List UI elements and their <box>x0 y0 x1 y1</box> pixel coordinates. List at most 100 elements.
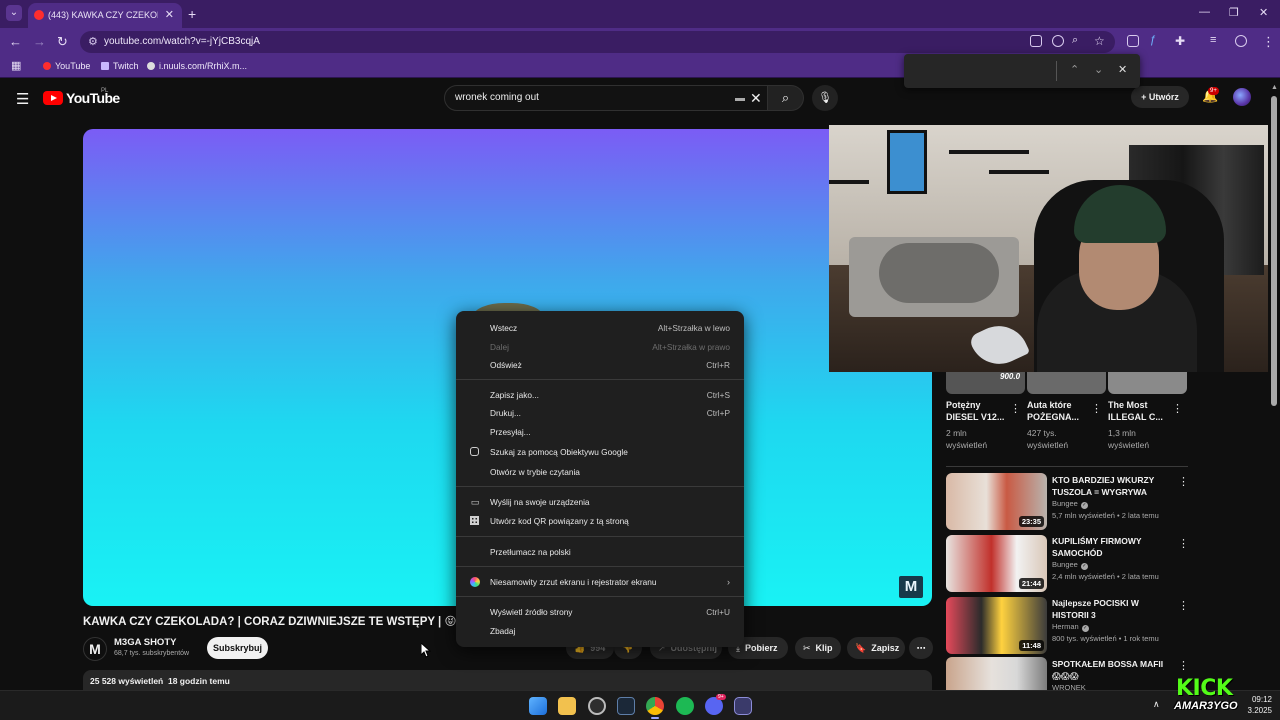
streamer-name: AMAR3YGO <box>1174 700 1238 712</box>
youtube-logo-text[interactable]: YouTube <box>66 90 120 106</box>
guide-menu-icon[interactable]: ☰ <box>16 90 29 108</box>
shorts-thumbnail[interactable] <box>1027 372 1106 394</box>
video-thumbnail[interactable] <box>946 657 1047 690</box>
clear-search-icon[interactable]: ✕ <box>750 90 762 107</box>
site-info-icon[interactable]: ⚙ <box>88 35 98 48</box>
shorts-thumbnail-text: 900.0 <box>1000 372 1021 381</box>
shorts-thumbnail[interactable]: 900.0 <box>946 372 1025 394</box>
voice-search-button[interactable]: 🎙 <box>812 85 838 111</box>
video-title-link[interactable]: KUPILIŚMY FIRMOWY SAMOCHÓD <box>1052 535 1172 559</box>
spotify-icon[interactable] <box>676 697 694 715</box>
clip-button[interactable]: ✂ Klip <box>795 637 841 659</box>
more-actions-icon[interactable]: ⋮ <box>1010 402 1021 415</box>
channel-name[interactable]: Herman ✓ <box>1052 622 1089 632</box>
back-arrow-icon[interactable]: ← <box>9 34 22 49</box>
close-window-icon[interactable]: ✕ <box>1259 6 1268 19</box>
install-app-icon[interactable] <box>1030 35 1042 47</box>
restore-icon[interactable]: ❐ <box>1229 6 1239 19</box>
obs-icon[interactable] <box>588 697 606 715</box>
menu-item-screenshot-extension[interactable]: Niesamowity zrzut ekranu i rejestrator e… <box>456 573 744 592</box>
scroll-up-arrow-icon[interactable]: ▲ <box>1271 84 1278 91</box>
tab-search-icon[interactable]: ⌄ <box>6 5 22 21</box>
menu-item-view-source[interactable]: Wyświetl źródło strony Ctrl+U <box>456 603 744 622</box>
bookmark-star-icon[interactable]: ☆ <box>1094 34 1105 48</box>
new-tab-icon[interactable]: + <box>188 6 196 22</box>
channel-name[interactable]: Bungee ✓ <box>1052 499 1088 509</box>
video-title-link[interactable]: KTO BARDZIEJ WKURZY TUSZOLA = WYGRYWA <box>1052 474 1172 498</box>
more-video-actions-button[interactable]: ⋯ <box>909 637 933 659</box>
more-actions-icon[interactable]: ⋮ <box>1178 475 1189 488</box>
video-thumbnail[interactable]: 21:44 <box>946 535 1047 592</box>
shorts-title[interactable]: Potężny DIESEL V12... <box>946 399 1010 423</box>
reload-icon[interactable]: ↻ <box>57 34 68 50</box>
menu-item-print[interactable]: Drukuj... Ctrl+P <box>456 404 744 423</box>
forward-arrow-icon[interactable]: → <box>33 34 46 49</box>
page-scrollbar[interactable]: ▲ <box>1268 80 1280 690</box>
create-button[interactable]: + Utwórz <box>1131 86 1189 108</box>
address-bar[interactable]: ⚙ youtube.com/watch?v=-jYjCB3cqjA <box>80 31 1115 53</box>
subscribe-button[interactable]: Subskrybuj <box>207 637 268 659</box>
steam-icon[interactable] <box>617 697 635 715</box>
apps-grid-icon[interactable]: ▦ <box>11 59 21 72</box>
more-actions-icon[interactable]: ⋮ <box>1091 402 1102 415</box>
app-icon[interactable] <box>734 697 752 715</box>
channel-name[interactable]: Bungee ✓ <box>1052 560 1088 570</box>
extensions-puzzle-icon[interactable]: ✚ <box>1175 34 1185 48</box>
save-button[interactable]: 🔖 Zapisz <box>847 637 905 659</box>
find-previous-icon[interactable]: ⌃ <box>1070 63 1079 76</box>
scrollbar-thumb[interactable] <box>1271 96 1277 406</box>
shorts-title[interactable]: Auta które POŻEGNA... <box>1027 399 1091 423</box>
more-actions-icon[interactable]: ⋮ <box>1178 537 1189 550</box>
video-thumbnail[interactable]: 23:35 <box>946 473 1047 530</box>
menu-item-reload[interactable]: Odśwież Ctrl+R <box>456 356 744 375</box>
channel-watermark[interactable]: M <box>899 576 923 598</box>
menu-item-back[interactable]: Wstecz Alt+Strzałka w lewo <box>456 319 744 338</box>
system-clock[interactable]: 09:12 3.2025 <box>1232 694 1272 716</box>
zoom-icon[interactable]: ⌕ <box>1072 34 1078 47</box>
file-explorer-icon[interactable] <box>558 697 576 715</box>
search-input[interactable]: wronek coming out ▬ ✕ <box>444 85 768 111</box>
video-thumbnail[interactable]: 11:48 <box>946 597 1047 654</box>
shorts-thumbnail[interactable] <box>1108 372 1187 394</box>
chrome-menu-icon[interactable]: ⋮ <box>1262 34 1275 50</box>
description-box[interactable]: 25 528 wyświetleń 18 godzin temu <box>83 670 932 692</box>
shorts-title[interactable]: The Most ILLEGAL C... <box>1108 399 1172 423</box>
windows-start-icon[interactable] <box>529 697 547 715</box>
bookmark-nuuls[interactable]: i.nuuls.com/RrhiX.m... <box>147 61 247 71</box>
account-avatar[interactable] <box>1233 88 1251 106</box>
lens-icon[interactable] <box>1052 35 1064 47</box>
menu-item-cast[interactable]: Przesyłaj... <box>456 423 744 442</box>
channel-avatar[interactable]: M <box>83 637 107 661</box>
menu-item-inspect[interactable]: Zbadaj <box>456 622 744 641</box>
extension-ublock-icon[interactable] <box>1127 35 1139 47</box>
profile-icon[interactable] <box>1235 35 1247 47</box>
video-title-link[interactable]: SPOTKAŁEM BOSSA MAFII 😱😱😱 <box>1052 658 1172 682</box>
reading-list-icon[interactable]: ≡ <box>1210 34 1216 46</box>
browser-tab-active[interactable]: (443) KAWKA CZY CZEKOLADA? | CORAZ DZIWN… <box>28 3 182 28</box>
channel-name-link[interactable]: M3GA SHOTY <box>114 637 176 648</box>
search-button[interactable]: ⌕ <box>768 85 804 111</box>
more-actions-icon[interactable]: ⋮ <box>1178 599 1189 612</box>
menu-item-google-lens[interactable]: Szukaj za pomocą Obiektywu Google <box>456 443 744 462</box>
menu-item-qr-code[interactable]: Utwórz kod QR powiązany z tą stroną <box>456 512 744 531</box>
menu-item-translate[interactable]: Przetłumacz na polski <box>456 543 744 562</box>
video-duration: 21:44 <box>1018 578 1044 589</box>
tray-overflow-icon[interactable]: ∧ <box>1153 699 1160 710</box>
menu-item-send-to-devices[interactable]: ▭ Wyślij na swoje urządzenia <box>456 493 744 512</box>
menu-item-forward[interactable]: Dalej Alt+Strzałka w prawo <box>456 338 744 357</box>
bookmark-twitch[interactable]: Twitch <box>101 61 139 71</box>
chrome-icon[interactable] <box>646 697 664 715</box>
minimize-icon[interactable]: — <box>1199 6 1210 18</box>
keyboard-icon[interactable]: ▬ <box>735 93 745 104</box>
youtube-logo-icon[interactable] <box>43 91 63 105</box>
video-title-link[interactable]: Najlepsze POCISKI W HISTORII 3 <box>1052 597 1172 621</box>
more-actions-icon[interactable]: ⋮ <box>1172 402 1183 415</box>
menu-item-save-as[interactable]: Zapisz jako... Ctrl+S <box>456 386 744 405</box>
find-close-icon[interactable]: ✕ <box>1118 63 1127 76</box>
extension-translate-icon[interactable]: ƒ <box>1150 34 1156 46</box>
close-tab-icon[interactable]: ✕ <box>165 8 174 21</box>
find-next-icon[interactable]: ⌄ <box>1094 63 1103 76</box>
more-actions-icon[interactable]: ⋮ <box>1178 659 1189 672</box>
menu-item-reading-mode[interactable]: Otwórz w trybie czytania <box>456 463 744 482</box>
bookmark-youtube[interactable]: YouTube <box>43 61 90 71</box>
